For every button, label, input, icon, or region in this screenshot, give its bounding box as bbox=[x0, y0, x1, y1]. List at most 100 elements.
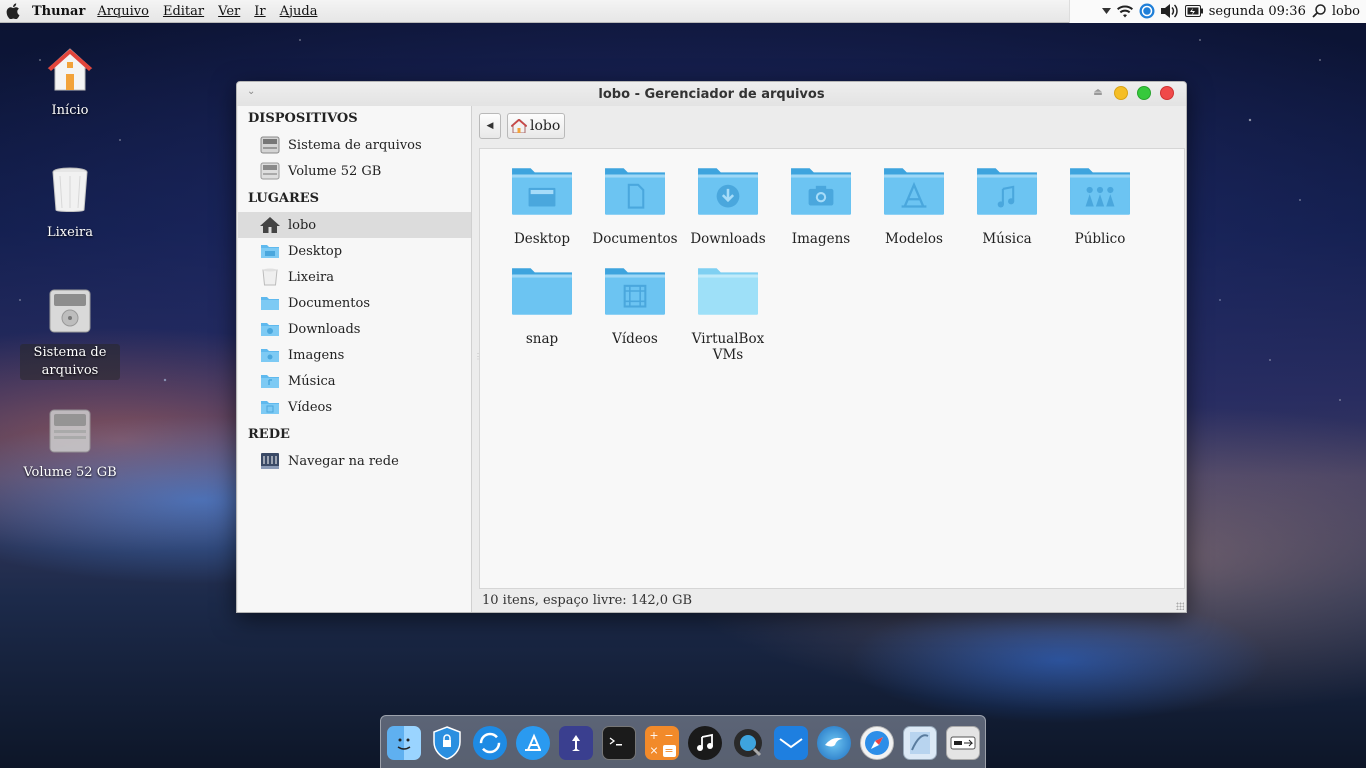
chevron-down-icon[interactable] bbox=[1101, 8, 1111, 14]
desktop-icon-inicio[interactable]: Início bbox=[20, 46, 120, 120]
menu-editar[interactable]: Editar bbox=[163, 4, 204, 19]
battery-icon[interactable] bbox=[1184, 5, 1203, 17]
harddrive-icon bbox=[260, 162, 280, 180]
file-item-label: Música bbox=[982, 231, 1032, 247]
screen-recorder-icon[interactable] bbox=[731, 726, 765, 760]
desktop-icon-volume-52gb[interactable]: Volume 52 GB bbox=[20, 408, 120, 482]
file-item-label: Vídeos bbox=[612, 331, 658, 347]
file-item[interactable]: Modelos bbox=[868, 165, 960, 247]
desktop-icon-sistema-de-arquivos[interactable]: Sistema de arquivos bbox=[20, 288, 120, 380]
resize-grip[interactable] bbox=[1176, 602, 1184, 610]
sidebar-item-label: Vídeos bbox=[288, 399, 333, 415]
network-globe-icon[interactable] bbox=[1139, 3, 1155, 19]
sidebar-section-places: LUGARES bbox=[248, 191, 320, 206]
trash-icon bbox=[20, 166, 120, 220]
file-item[interactable]: Vídeos bbox=[589, 265, 681, 347]
file-item-label: VirtualBox VMs bbox=[691, 331, 765, 363]
sidebar-item-documentos[interactable]: Documentos bbox=[238, 290, 471, 316]
input-device-icon[interactable] bbox=[945, 726, 980, 760]
calculator-icon[interactable]: + − × = bbox=[644, 726, 679, 760]
sidebar-item-label: Sistema de arquivos bbox=[288, 137, 422, 153]
shade-icon[interactable]: ⏏ bbox=[1091, 86, 1105, 100]
sidebar-item-musica[interactable]: Música bbox=[238, 368, 471, 394]
sidebar-item-volume-52gb[interactable]: Volume 52 GB bbox=[238, 158, 471, 184]
sidebar-item-lobo[interactable]: lobo bbox=[238, 212, 471, 238]
sidebar-section-network: REDE bbox=[248, 427, 290, 442]
clock[interactable]: segunda 09:36 bbox=[1209, 4, 1306, 19]
maximize-button[interactable] bbox=[1137, 86, 1151, 100]
file-item-label: snap bbox=[525, 331, 559, 347]
settings-app-icon[interactable] bbox=[558, 726, 593, 760]
window-titlebar[interactable]: ⌄ lobo - Gerenciador de arquivos ⏏ bbox=[237, 82, 1186, 106]
sidebar-item-downloads[interactable]: Downloads bbox=[238, 316, 471, 342]
system-tray: segunda 09:36 lobo bbox=[1068, 0, 1366, 23]
menu-ajuda[interactable]: Ajuda bbox=[280, 4, 318, 19]
apple-menu-icon[interactable] bbox=[0, 3, 26, 19]
finder-icon[interactable] bbox=[386, 726, 421, 760]
sidebar-item-sistema-de-arquivos[interactable]: Sistema de arquivos bbox=[238, 132, 471, 158]
folder-icon bbox=[512, 168, 572, 215]
sidebar-item-lixeira[interactable]: Lixeira bbox=[238, 264, 471, 290]
folder-icon bbox=[260, 320, 280, 338]
file-item-label: Downloads bbox=[690, 231, 766, 247]
safari-icon[interactable] bbox=[859, 726, 894, 760]
volume-icon[interactable] bbox=[1160, 4, 1179, 18]
folder-icon bbox=[884, 168, 944, 215]
file-item[interactable]: Música bbox=[961, 165, 1053, 247]
music-icon[interactable] bbox=[687, 726, 722, 760]
file-item[interactable]: Documentos bbox=[589, 165, 681, 247]
file-item[interactable]: Downloads bbox=[682, 165, 774, 247]
sync-icon[interactable] bbox=[472, 726, 507, 760]
desktop-icon-label: Lixeira bbox=[47, 225, 93, 240]
security-shield-icon[interactable] bbox=[430, 726, 464, 760]
menu-ir[interactable]: Ir bbox=[254, 4, 265, 19]
desktop-icon-lixeira[interactable]: Lixeira bbox=[20, 166, 120, 242]
preview-icon[interactable] bbox=[902, 726, 937, 760]
harddrive-icon bbox=[260, 136, 280, 154]
window-title: lobo - Gerenciador de arquivos bbox=[598, 86, 825, 102]
folder-icon bbox=[260, 398, 280, 416]
file-item[interactable]: Público bbox=[1054, 165, 1146, 247]
file-manager-window: ⌄ lobo - Gerenciador de arquivos ⏏ DISPO… bbox=[236, 81, 1187, 613]
home-icon bbox=[511, 119, 527, 133]
sidebar-item-desktop[interactable]: Desktop bbox=[238, 238, 471, 264]
sidebar-item-videos[interactable]: Vídeos bbox=[238, 394, 471, 420]
sidebar-item-navegar-na-rede[interactable]: Navegar na rede bbox=[238, 448, 471, 474]
minimize-button[interactable] bbox=[1114, 86, 1128, 100]
close-button[interactable] bbox=[1160, 86, 1174, 100]
sidebar-item-label: Desktop bbox=[288, 243, 343, 259]
status-bar: 10 itens, espaço livre: 142,0 GB bbox=[482, 593, 693, 608]
home-icon bbox=[20, 46, 120, 98]
mail-icon[interactable] bbox=[773, 726, 808, 760]
pathbar: ◀ lobo bbox=[479, 110, 566, 142]
app-name[interactable]: Thunar bbox=[32, 4, 85, 19]
folder-icon bbox=[605, 168, 665, 215]
file-item[interactable]: Imagens bbox=[775, 165, 867, 247]
folder-icon bbox=[977, 168, 1037, 215]
back-button[interactable]: ◀ bbox=[479, 113, 501, 139]
desktop-icon-label: Início bbox=[51, 103, 89, 118]
file-item[interactable]: Desktop bbox=[496, 165, 588, 247]
sidebar-item-label: Downloads bbox=[288, 321, 361, 337]
file-item-label: Público bbox=[1074, 231, 1126, 247]
search-icon[interactable] bbox=[1312, 4, 1326, 18]
sidebar-item-imagens[interactable]: Imagens bbox=[238, 342, 471, 368]
menu-ver[interactable]: Ver bbox=[218, 4, 240, 19]
breadcrumb-home-button[interactable]: lobo bbox=[507, 113, 566, 139]
sidebar-item-label: Volume 52 GB bbox=[288, 163, 382, 179]
file-item-label: Imagens bbox=[791, 231, 851, 247]
sidebar-section-devices: DISPOSITIVOS bbox=[248, 111, 358, 126]
wifi-icon[interactable] bbox=[1116, 5, 1133, 18]
terminal-icon[interactable] bbox=[601, 726, 636, 760]
user-name[interactable]: lobo bbox=[1332, 4, 1360, 19]
menu-arquivo[interactable]: Arquivo bbox=[97, 4, 149, 19]
app-store-icon[interactable] bbox=[515, 726, 550, 760]
file-item[interactable]: snap bbox=[496, 265, 588, 347]
sidebar-item-label: Documentos bbox=[288, 295, 371, 311]
trash-icon bbox=[260, 268, 280, 286]
desktop-icon-label: Volume 52 GB bbox=[23, 465, 117, 480]
folder-icon bbox=[605, 268, 665, 315]
browser-eagle-icon[interactable] bbox=[816, 726, 851, 760]
file-view[interactable]: Desktop Documentos Downloads Imagens Modelos… bbox=[479, 148, 1185, 589]
file-item[interactable]: VirtualBox VMs bbox=[682, 265, 774, 363]
